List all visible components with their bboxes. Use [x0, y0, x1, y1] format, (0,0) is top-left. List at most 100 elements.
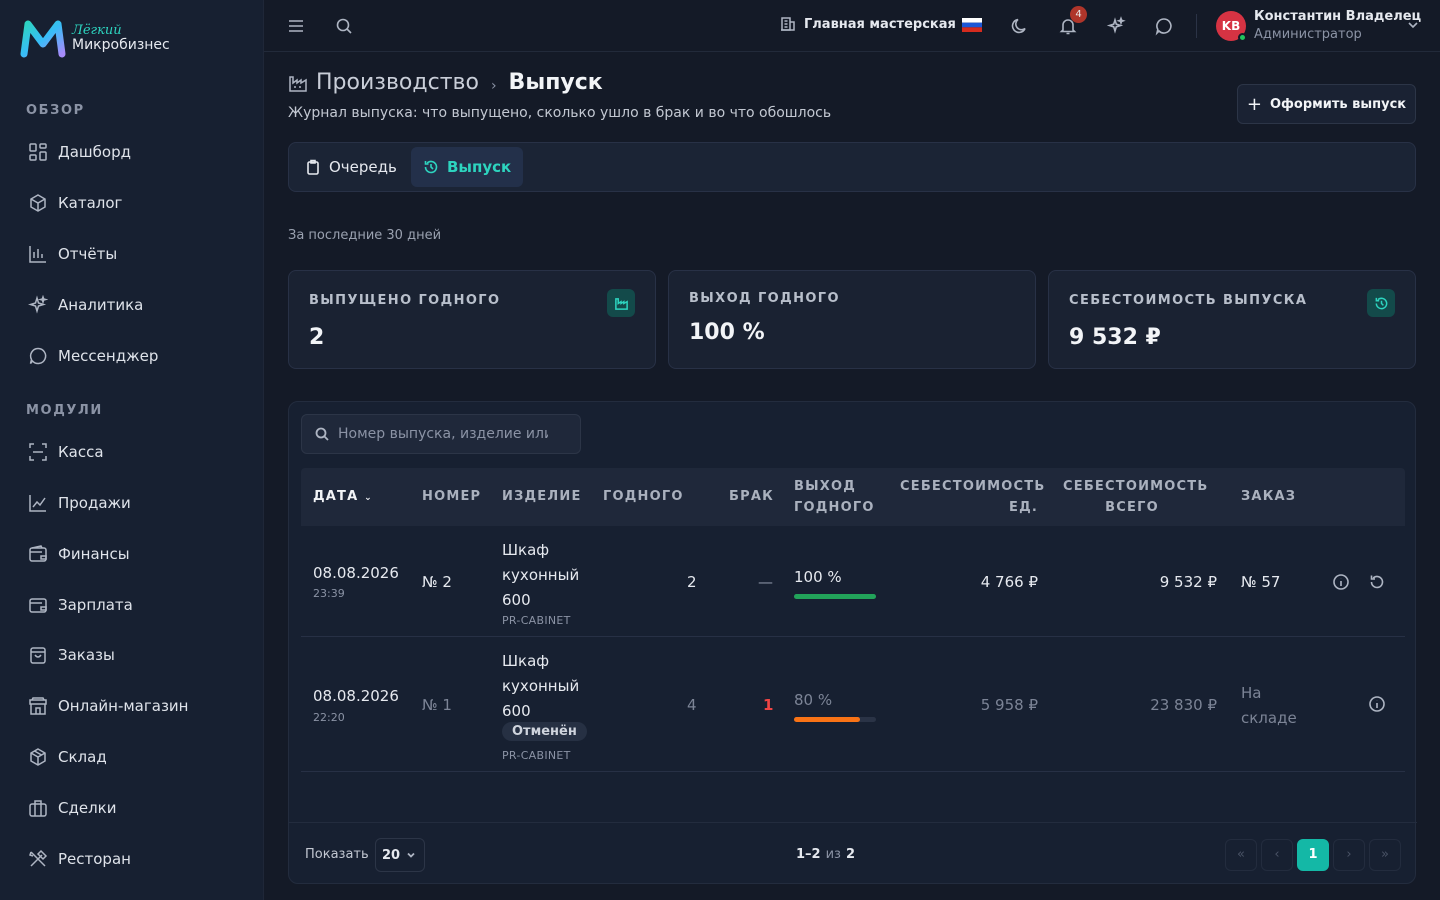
- sidebar-item-sales[interactable]: Продажи: [28, 488, 248, 518]
- search-icon[interactable]: [334, 16, 354, 36]
- russia-flag-icon[interactable]: [962, 18, 982, 32]
- stat-label: ВЫХОД ГОДНОГО: [689, 291, 840, 306]
- menu-icon[interactable]: [286, 16, 306, 36]
- row-good: 4: [687, 696, 697, 714]
- row-order: На складе: [1241, 681, 1297, 731]
- last-page-button[interactable]: »: [1369, 839, 1401, 871]
- row-total-cost: 9 532 ₽: [1159, 573, 1217, 591]
- row-product[interactable]: Шкаф кухонный 600: [502, 649, 579, 724]
- cashier-icon: [29, 443, 47, 461]
- table-row[interactable]: 08.08.2026 22:20 № 1 Шкаф кухонный 600 О…: [301, 637, 1405, 772]
- moon-icon[interactable]: [1010, 16, 1030, 36]
- reports-icon: [29, 246, 46, 263]
- sidebar-item-reports[interactable]: Отчёты: [28, 239, 248, 269]
- prev-page-button[interactable]: ‹: [1261, 839, 1293, 871]
- output-table-panel: ДАТА ⌄ НОМЕР ИЗДЕЛИЕ ГОДНОГО БРАК ВЫХОД Г…: [288, 401, 1417, 884]
- stat-label: ВЫПУЩЕНО ГОДНОГО: [309, 293, 501, 308]
- row-yield: 100 %: [794, 568, 842, 586]
- info-icon[interactable]: [1332, 573, 1350, 591]
- row-defect: —: [758, 573, 773, 591]
- row-number[interactable]: № 2: [422, 573, 452, 591]
- sparkles-icon[interactable]: [1106, 16, 1126, 36]
- pagination-bar: Показать 20 1–2 из 2 « ‹ 1 › »: [289, 822, 1417, 884]
- sidebar-item-analytics[interactable]: Аналитика: [28, 290, 248, 320]
- sidebar-item-label: Продажи: [58, 494, 131, 512]
- sidebar: Лёгкий Микробизнес ОБЗОР Дашборд Каталог…: [0, 0, 264, 900]
- sidebar-item-label: Зарплата: [58, 596, 133, 614]
- stat-icon-box: [607, 289, 635, 317]
- column-header-yield[interactable]: ВЫХОД ГОДНОГО: [794, 476, 875, 518]
- user-role: Администратор: [1254, 27, 1362, 42]
- user-name[interactable]: Константин Владелец: [1254, 9, 1421, 24]
- page-size-label: Показать: [305, 847, 369, 862]
- column-header-unit-cost[interactable]: СЕБЕСТОИМОСТЬ ЕД.: [900, 476, 1044, 518]
- restaurant-icon: [29, 849, 48, 867]
- breadcrumb-separator: ›: [490, 77, 497, 94]
- sidebar-item-orders[interactable]: Заказы: [28, 640, 248, 670]
- row-product[interactable]: Шкаф кухонный 600: [502, 538, 579, 613]
- column-header-number[interactable]: НОМЕР: [422, 486, 481, 507]
- stat-value: 100 %: [689, 320, 765, 345]
- column-header-total-cost[interactable]: СЕБЕСТОИМОСТЬ ВСЕГО: [1063, 476, 1207, 518]
- sidebar-item-restaurant[interactable]: Ресторан: [28, 844, 248, 874]
- column-header-date[interactable]: ДАТА ⌄: [313, 486, 373, 509]
- column-header-defect[interactable]: БРАК: [729, 486, 774, 507]
- sidebar-item-dashboard[interactable]: Дашборд: [28, 137, 248, 167]
- topbar-divider: [1196, 14, 1197, 38]
- stat-value: 9 532 ₽: [1069, 325, 1161, 350]
- breadcrumb: Производство › Выпуск: [288, 70, 603, 95]
- sidebar-item-shop[interactable]: Онлайн-магазин: [28, 691, 248, 721]
- breadcrumb-parent[interactable]: Производство: [316, 70, 479, 95]
- sidebar-item-label: Заказы: [58, 646, 115, 664]
- row-sku: PR-CABINET: [502, 614, 571, 627]
- chevron-down-icon[interactable]: [1406, 18, 1420, 32]
- sidebar-item-salary[interactable]: Зарплата: [28, 590, 248, 620]
- sidebar-item-catalog[interactable]: Каталог: [28, 188, 248, 218]
- tab-bar: Очередь Выпуск: [288, 142, 1416, 192]
- yield-progress-bar: [794, 717, 876, 722]
- row-number[interactable]: № 1: [422, 696, 452, 714]
- search-input[interactable]: [338, 426, 548, 442]
- sidebar-item-finance[interactable]: Финансы: [28, 539, 248, 569]
- tab-output[interactable]: Выпуск: [411, 147, 524, 187]
- logo-mark-icon: [20, 20, 66, 58]
- status-badge-label: Отменён: [502, 722, 587, 741]
- column-label: ВЫХОД: [794, 479, 857, 494]
- row-yield: 80 %: [794, 691, 833, 709]
- sidebar-item-label: Ресторан: [58, 850, 131, 868]
- first-page-button[interactable]: «: [1225, 839, 1257, 871]
- row-date: 08.08.2026: [313, 564, 399, 582]
- brand-logo[interactable]: Лёгкий Микробизнес: [20, 18, 170, 58]
- create-output-label: Оформить выпуск: [1269, 96, 1407, 112]
- workspace-selector[interactable]: Главная мастерская: [780, 16, 956, 32]
- top-bar: Главная мастерская 4 KB Константин Владе…: [264, 0, 1440, 52]
- next-page-button[interactable]: ›: [1333, 839, 1365, 871]
- table-row[interactable]: 08.08.2026 23:39 № 2 Шкаф кухонный 600 P…: [301, 526, 1405, 637]
- tab-queue[interactable]: Очередь: [293, 147, 409, 187]
- brand-line-2: Микробизнес: [72, 37, 170, 53]
- brand-line-1: Лёгкий: [72, 23, 122, 38]
- create-output-button[interactable]: + Оформить выпуск: [1237, 84, 1416, 124]
- chat-icon[interactable]: [1154, 16, 1174, 36]
- sidebar-item-messenger[interactable]: Мессенджер: [28, 341, 248, 371]
- sidebar-item-warehouse[interactable]: Склад: [28, 742, 248, 772]
- sidebar-item-label: Отчёты: [58, 245, 118, 263]
- column-header-good[interactable]: ГОДНОГО: [603, 486, 684, 507]
- column-header-order[interactable]: ЗАКАЗ: [1241, 486, 1296, 507]
- column-header-product[interactable]: ИЗДЕЛИЕ: [502, 486, 582, 507]
- page-size-select[interactable]: 20: [375, 838, 425, 872]
- yield-progress-fill: [794, 594, 876, 599]
- info-icon[interactable]: [1368, 695, 1386, 713]
- column-label: ВСЕГО: [1105, 500, 1159, 515]
- search-field[interactable]: [301, 414, 581, 454]
- analytics-icon: [28, 295, 48, 314]
- revert-icon[interactable]: [1368, 573, 1386, 591]
- sidebar-item-cashier[interactable]: Касса: [28, 437, 248, 467]
- page-button-current[interactable]: 1: [1297, 839, 1329, 871]
- sidebar-item-deals[interactable]: Сделки: [28, 793, 248, 823]
- factory-icon: [289, 75, 307, 92]
- row-order[interactable]: № 57: [1241, 573, 1280, 591]
- sidebar-item-label: Сделки: [58, 799, 117, 817]
- history-icon: [424, 160, 438, 174]
- sidebar-item-label: Аналитика: [58, 296, 144, 314]
